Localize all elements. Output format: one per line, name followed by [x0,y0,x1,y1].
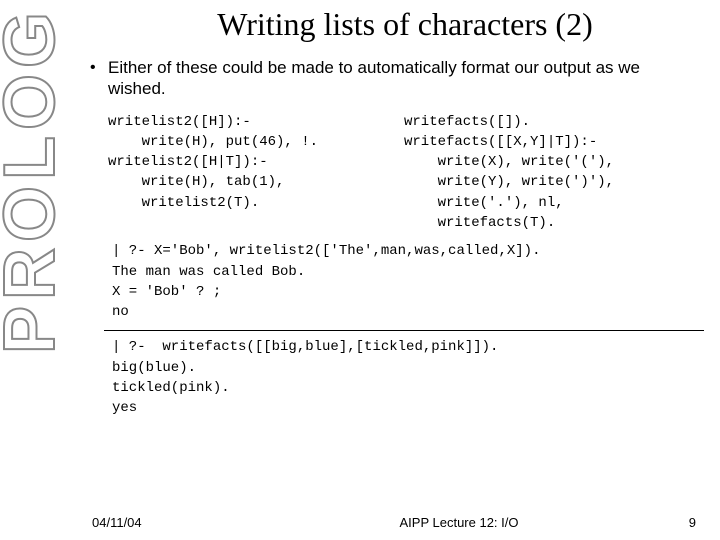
query-block-1: | ?- X='Bob', writelist2(['The',man,was,… [112,241,700,322]
sidebar: PROLOG [0,0,60,540]
slide-content: Writing lists of characters (2) • Either… [60,0,720,540]
bullet-item: • Either of these could be made to autom… [90,57,690,100]
prolog-logo-text: PROLOG [0,6,66,354]
slide: PROLOG Writing lists of characters (2) •… [0,0,720,540]
code-writefacts: writefacts([]). writefacts([[X,Y]|T]):- … [404,112,700,234]
slide-title: Writing lists of characters (2) [90,6,720,43]
footer-page: 9 [616,515,696,530]
footer: 04/11/04 AIPP Lecture 12: I/O 9 [0,515,720,530]
bullet-text: Either of these could be made to automat… [108,57,690,100]
query-block-2: | ?- writefacts([[big,blue],[tickled,pin… [112,337,700,418]
divider [104,330,704,331]
code-writelist2: writelist2([H]):- write(H), put(46), !. … [108,112,404,234]
footer-lecture: AIPP Lecture 12: I/O [302,515,616,530]
code-columns: writelist2([H]):- write(H), put(46), !. … [108,112,700,234]
bullet-marker: • [90,57,108,77]
footer-date: 04/11/04 [92,515,302,530]
